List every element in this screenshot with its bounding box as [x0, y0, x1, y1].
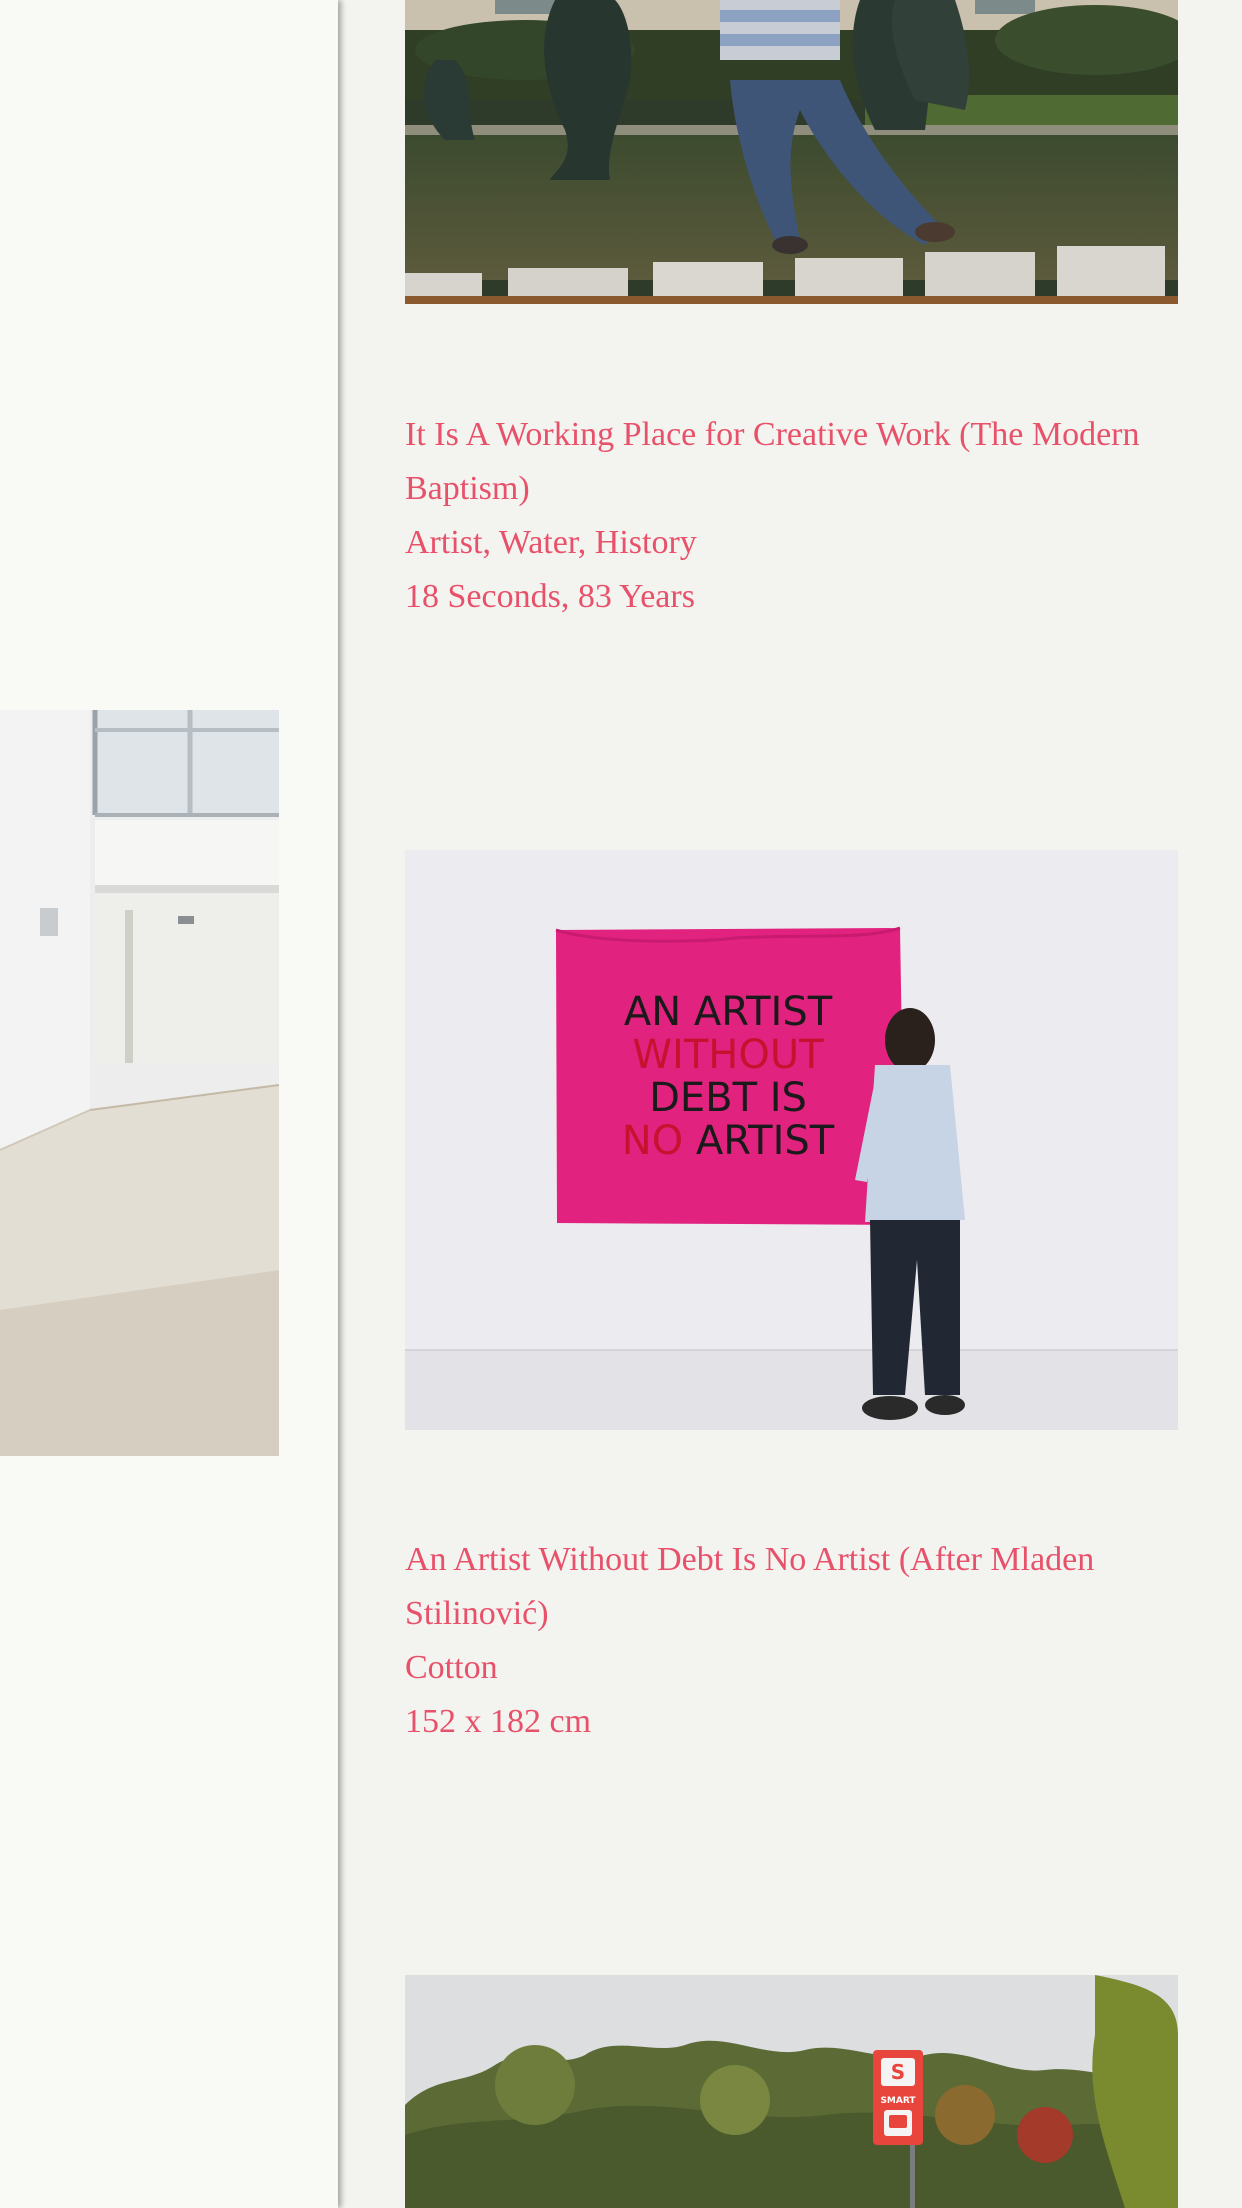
bus-sign-logo: S [891, 2060, 905, 2084]
artwork-image-artist-without-debt[interactable]: AN ARTIST WITHOUT DEBT IS NO ARTIST [405, 850, 1178, 1430]
banner-line-4-rest: ARTIST [683, 1118, 835, 1164]
artwork-title[interactable]: It Is A Working Place for Creative Work … [405, 408, 1242, 516]
artwork-dimensions: 18 Seconds, 83 Years [405, 578, 695, 615]
bus-sign-brand: SMART [880, 2096, 916, 2106]
banner-line-4-highlight: NO [622, 1118, 683, 1164]
banner-line-4: NO ARTIST [622, 1118, 835, 1164]
artwork-caption-2: An Artist Without Debt Is No Artist (Aft… [405, 1533, 1242, 1749]
banner-line-3: DEBT IS [649, 1075, 807, 1121]
artwork-medium: Cotton [405, 1649, 498, 1686]
fountain-sculpture-photo [405, 0, 1178, 304]
bus-stop-sign-photo: S SMART [405, 1975, 1178, 2208]
banner-line-1: AN ARTIST [624, 989, 833, 1035]
pink-banner-photo: AN ARTIST WITHOUT DEBT IS NO ARTIST [405, 850, 1178, 1430]
side-panel [0, 0, 338, 2208]
artwork-list: It Is A Working Place for Creative Work … [341, 0, 1242, 2208]
gallery-interior-photo[interactable] [0, 710, 279, 1456]
gallery-interior-image [0, 710, 279, 1456]
artwork-title[interactable]: An Artist Without Debt Is No Artist (Aft… [405, 1533, 1242, 1641]
banner-line-2: WITHOUT [632, 1032, 824, 1078]
artwork-medium: Artist, Water, History [405, 524, 697, 561]
artwork-image-bus-stop[interactable]: S SMART [405, 1975, 1178, 2208]
artwork-image-modern-baptism[interactable] [405, 0, 1178, 304]
artwork-dimensions: 152 x 182 cm [405, 1703, 592, 1740]
artwork-caption-1: It Is A Working Place for Creative Work … [405, 408, 1242, 624]
